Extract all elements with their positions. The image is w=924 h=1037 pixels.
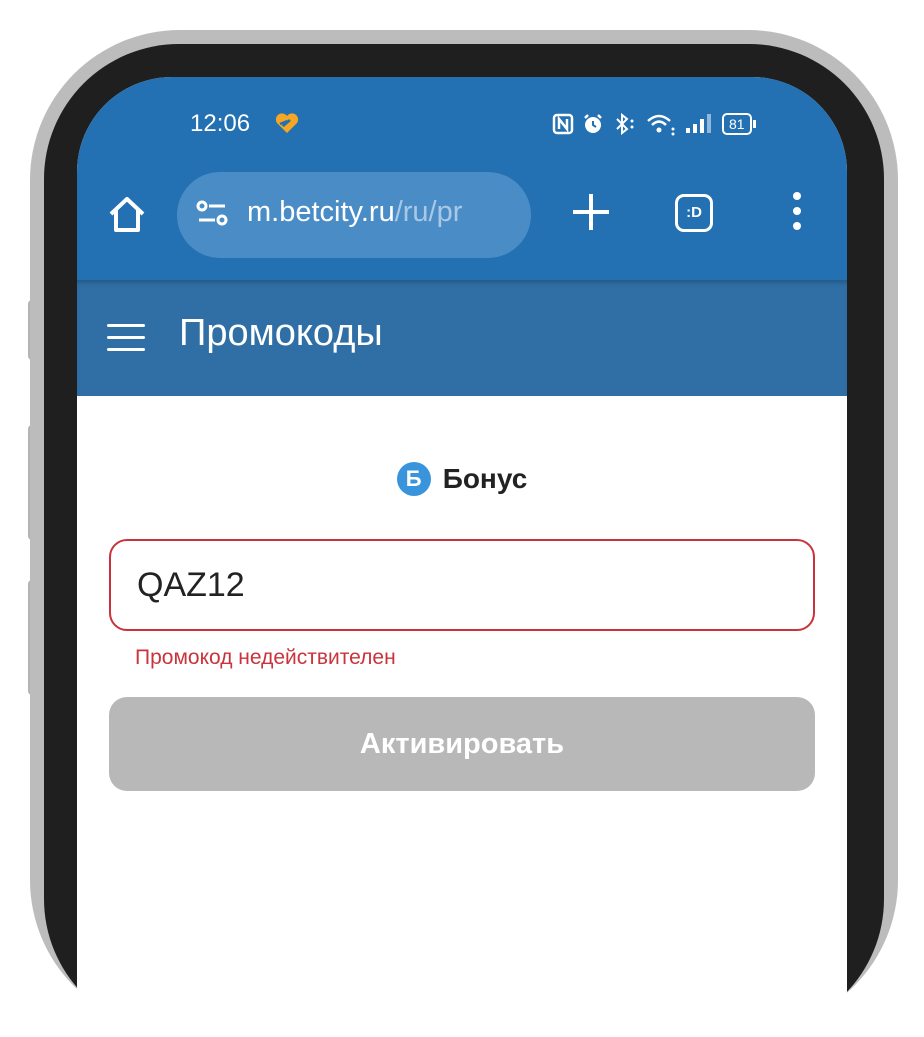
promo-code-input[interactable] — [109, 539, 815, 631]
activate-button[interactable]: Активировать — [109, 697, 815, 791]
wifi-icon — [647, 114, 675, 136]
url-path: /ru/pr — [394, 196, 463, 228]
battery-icon: 81 — [722, 113, 752, 135]
status-icons: 81 — [552, 110, 756, 138]
plus-icon[interactable] — [569, 190, 613, 234]
browser-toolbar: m.betcity.ru/ru/pr :D — [77, 172, 847, 280]
alarm-icon — [584, 114, 602, 133]
promo-content: Б Бонус Промокод недействителен Активиро… — [77, 396, 847, 1037]
app-header: Промокоды — [77, 280, 847, 396]
status-time: 12:06 — [190, 110, 251, 137]
bonus-brand: Б Бонус — [77, 462, 847, 496]
url-host: m.betcity.ru — [247, 196, 395, 228]
site-settings-icon[interactable] — [195, 198, 229, 230]
phone-screen: 12:06 81 m.betcity.ru/ru/pr:D Промокоды… — [77, 77, 847, 1037]
battery-tip — [752, 120, 756, 128]
home-icon[interactable] — [105, 192, 149, 236]
more-vert-icon[interactable] — [789, 192, 805, 238]
status-bar: 12:06 81 — [77, 77, 847, 172]
bonus-logo-icon: Б — [396, 462, 431, 496]
signal-icon — [686, 114, 711, 133]
address-bar[interactable]: m.betcity.ru/ru/pr — [177, 172, 531, 258]
hamburger-icon[interactable] — [107, 324, 145, 354]
bonus-title: Бонус — [442, 463, 528, 494]
bluetooth-icon — [616, 112, 634, 136]
error-message: Промокод недействителен — [135, 646, 396, 669]
tabs-icon[interactable]: :D — [675, 194, 713, 232]
nfc-icon — [552, 113, 574, 135]
page-title: Промокоды — [179, 312, 383, 354]
url-text[interactable]: m.betcity.ru/ru/pr — [247, 196, 525, 229]
heart-icon — [275, 113, 299, 133]
